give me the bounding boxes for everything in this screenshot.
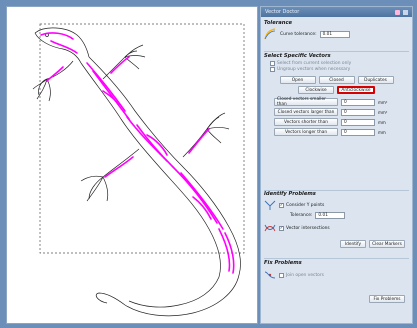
close-icon[interactable] xyxy=(403,9,408,15)
vector-doctor-panel: Vector Doctor Tolerance Curve tolerance:… xyxy=(260,6,413,324)
join-open-vectors-checkbox[interactable] xyxy=(279,272,284,278)
identify-tolerance-label: Tolerance: xyxy=(290,213,313,218)
selected-vectors xyxy=(40,32,235,274)
identify-tolerance-input[interactable]: 0.01 xyxy=(315,212,346,219)
select-specific-heading: Select Specific Vectors xyxy=(264,53,331,59)
fix-section: Fix Problems Join open vectors Fix Probl… xyxy=(264,260,409,304)
closed-button[interactable]: Closed xyxy=(318,76,355,84)
tolerance-heading: Tolerance xyxy=(264,20,293,26)
duplicates-button[interactable]: Duplicates xyxy=(357,76,394,84)
fix-heading: Fix Problems xyxy=(264,260,302,266)
join-open-vectors-label: Join open vectors xyxy=(286,272,324,278)
consider-ypoints-checkbox[interactable]: ✓ xyxy=(279,202,284,208)
shorter-than-unit: mm xyxy=(378,119,386,125)
open-button[interactable]: Open xyxy=(279,76,316,84)
identify-section: Identify Problems ✓ Consider Y points To… xyxy=(264,191,409,249)
fix-problems-button[interactable]: Fix Problems xyxy=(369,295,405,303)
join-vectors-icon xyxy=(264,271,276,279)
closed-larger-than-input[interactable]: 0 xyxy=(341,108,375,116)
curve-tolerance-input[interactable]: 0.01 xyxy=(319,30,350,38)
lizard-drawing xyxy=(32,23,245,317)
drawing-canvas[interactable] xyxy=(6,6,258,324)
closed-smaller-than-input[interactable]: 0 xyxy=(341,98,375,106)
clear-markers-button[interactable]: Clear Markers xyxy=(369,240,405,248)
closed-smaller-than-unit: mm² xyxy=(378,99,388,105)
closed-larger-than-unit: mm² xyxy=(378,109,388,115)
clockwise-button[interactable]: Clockwise xyxy=(298,86,334,94)
longer-than-unit: mm xyxy=(378,129,386,135)
pin-icon[interactable] xyxy=(395,9,400,15)
select-from-current-label: Select from current selection only xyxy=(277,61,352,66)
identify-button[interactable]: Identify xyxy=(340,240,366,248)
closed-smaller-than-button[interactable]: Closed vectors smaller than xyxy=(274,97,338,107)
longer-than-button[interactable]: Vectors longer than xyxy=(274,128,338,136)
anticlockwise-button[interactable]: Anticlockwise xyxy=(337,86,375,94)
closed-larger-than-button[interactable]: Closed vectors larger than xyxy=(274,108,338,116)
ungroup-label: Ungroup vectors when necessary xyxy=(277,67,351,72)
select-specific-section: Select Specific Vectors Select from curr… xyxy=(264,53,409,137)
intersection-icon xyxy=(264,224,276,232)
ungroup-checkbox[interactable] xyxy=(270,67,275,72)
curve-tolerance-icon xyxy=(264,28,276,40)
select-from-current-checkbox[interactable] xyxy=(270,61,275,66)
app-frame: Vector Doctor Tolerance Curve tolerance:… xyxy=(0,0,417,328)
longer-than-input[interactable]: 0 xyxy=(341,128,375,136)
y-point-icon xyxy=(264,200,276,210)
vector-intersections-checkbox[interactable]: ✓ xyxy=(279,225,284,231)
lizard-outline xyxy=(32,27,241,317)
panel-titlebar: Vector Doctor xyxy=(261,7,412,17)
panel-title: Vector Doctor xyxy=(265,9,300,15)
vector-intersections-label: Vector intersections xyxy=(286,225,330,231)
curve-tolerance-label: Curve tolerance: xyxy=(280,31,317,37)
shorter-than-button[interactable]: Vectors shorter than xyxy=(274,118,338,126)
identify-heading: Identify Problems xyxy=(264,191,316,197)
tolerance-section: Tolerance Curve tolerance: 0.01 xyxy=(264,20,409,41)
consider-ypoints-label: Consider Y points xyxy=(286,202,325,208)
shorter-than-input[interactable]: 0 xyxy=(341,118,375,126)
